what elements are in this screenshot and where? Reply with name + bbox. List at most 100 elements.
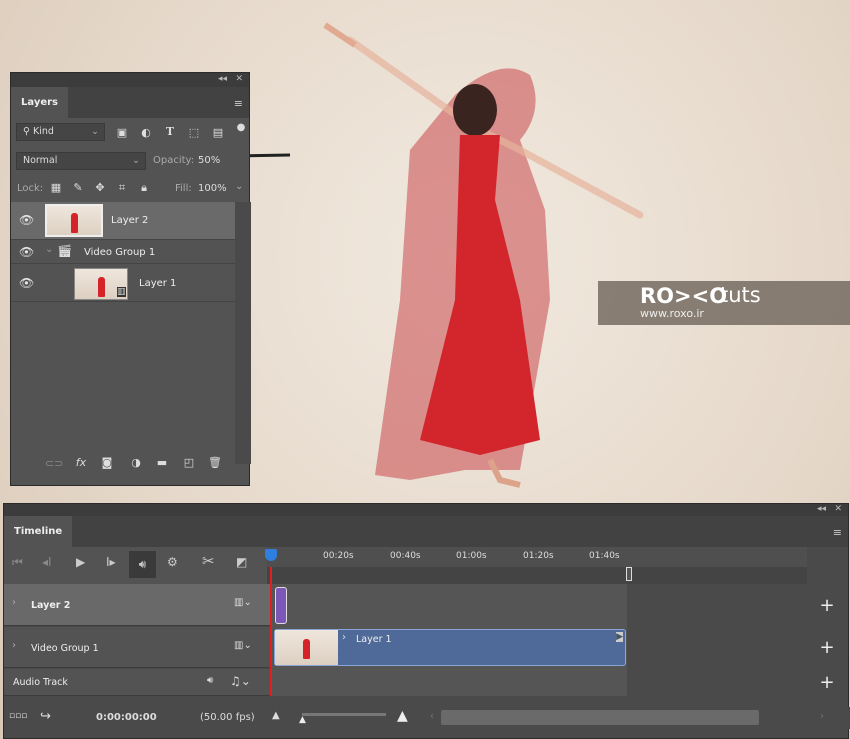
clip-options-icon[interactable]: ▶ bbox=[616, 632, 623, 642]
work-area-end-handle[interactable] bbox=[626, 567, 632, 581]
add-mask-icon[interactable]: ◙ bbox=[99, 456, 115, 469]
chevron-right-icon[interactable]: › bbox=[12, 640, 16, 651]
new-group-icon[interactable]: ▬ bbox=[154, 456, 170, 469]
track-name: Layer 2 bbox=[31, 600, 71, 611]
track-name: Video Group 1 bbox=[31, 643, 99, 654]
filter-toggle[interactable]: ● bbox=[233, 122, 249, 133]
zoom-out-icon[interactable]: ▲ bbox=[272, 710, 280, 721]
chevron-down-icon[interactable]: ⌄ bbox=[45, 244, 53, 255]
split-scissors-icon[interactable]: ✂ bbox=[202, 552, 215, 570]
visibility-eye-icon[interactable]: 👁︎ bbox=[19, 245, 34, 259]
settings-gear-icon[interactable]: ⚙ bbox=[167, 555, 178, 569]
adjustment-filter-icon[interactable]: ◐ bbox=[138, 126, 154, 139]
panel-menu-icon[interactable]: ≡ bbox=[234, 97, 243, 110]
playhead-handle[interactable] bbox=[265, 549, 277, 561]
opacity-label: Opacity: bbox=[153, 155, 195, 166]
new-layer-icon[interactable]: ◰ bbox=[181, 456, 197, 469]
trash-icon[interactable]: 🗑︎ bbox=[207, 456, 223, 469]
pixel-filter-icon[interactable]: ▣ bbox=[114, 126, 130, 139]
chevron-down-icon[interactable]: ⌄ bbox=[235, 181, 243, 192]
add-audio-button[interactable]: + bbox=[807, 669, 847, 696]
tab-timeline[interactable]: Timeline bbox=[4, 516, 73, 547]
track-audio[interactable]: Audio Track 🔊︎ ♫⌄ bbox=[4, 669, 272, 696]
add-media-button[interactable]: + bbox=[807, 627, 847, 668]
video-film-icon[interactable]: ▥⌄ bbox=[234, 597, 252, 608]
close-icon[interactable]: ✕ bbox=[235, 74, 243, 84]
ruler-tick: 01:00s bbox=[456, 551, 487, 561]
video-group-icon: 🎬︎ bbox=[57, 244, 73, 258]
next-frame-icon[interactable]: I▸ bbox=[106, 555, 116, 569]
smart-object-filter-icon[interactable]: ▤ bbox=[210, 126, 226, 139]
visibility-eye-icon[interactable]: 👁︎ bbox=[19, 276, 34, 290]
search-icon: ⚲ bbox=[23, 126, 33, 137]
render-frames-icon[interactable]: ▫▫▫ bbox=[9, 711, 27, 721]
close-icon[interactable]: ✕ bbox=[834, 504, 842, 514]
add-media-button[interactable]: + bbox=[807, 585, 847, 626]
audio-volume-icon[interactable]: 🔊︎ bbox=[207, 675, 213, 686]
blend-mode-value: Normal bbox=[23, 155, 58, 166]
shape-filter-icon[interactable]: ⬚ bbox=[186, 126, 202, 139]
frame-rate: (50.00 fps) bbox=[200, 712, 255, 723]
collapse-icon[interactable]: ◂◂ bbox=[218, 74, 227, 84]
video-film-icon: ▥ bbox=[117, 287, 126, 297]
new-adjustment-layer-icon[interactable]: ◑ bbox=[128, 456, 144, 469]
time-ruler[interactable]: 00:20s 00:40s 01:00s 01:20s 01:40s bbox=[265, 547, 807, 584]
horizontal-scrollbar[interactable] bbox=[441, 710, 759, 725]
panel-menu-icon[interactable]: ≡ bbox=[833, 526, 842, 539]
layer-row-layer-1[interactable]: 👁︎ ▥ Layer 1 bbox=[11, 265, 235, 302]
lock-brush-icon[interactable]: ✎ bbox=[70, 181, 86, 194]
ruler-tick: 01:40s bbox=[589, 551, 620, 561]
blend-mode-dropdown[interactable]: Normal ⌄ bbox=[16, 152, 146, 170]
scrollbar[interactable] bbox=[235, 202, 251, 464]
clip-name: Layer 1 bbox=[356, 634, 392, 645]
layer-name[interactable]: Layer 2 bbox=[111, 215, 148, 226]
music-note-icon[interactable]: ♫⌄ bbox=[230, 674, 251, 688]
fill-input[interactable]: 100% bbox=[198, 183, 227, 194]
lock-artboard-icon[interactable]: ⌗ bbox=[114, 181, 130, 195]
zoom-slider-thumb[interactable]: ▲ bbox=[299, 715, 306, 725]
layer-row-video-group-1[interactable]: 👁︎ ⌄ 🎬︎ Video Group 1 bbox=[11, 241, 235, 264]
scroll-right-icon[interactable]: › bbox=[820, 711, 824, 722]
layer-thumbnail bbox=[45, 204, 103, 237]
layer-row-layer-2[interactable]: 👁︎ Layer 2 bbox=[11, 202, 235, 240]
mute-audio-icon[interactable]: 🔊︎ bbox=[129, 551, 156, 578]
chevron-right-icon[interactable]: › bbox=[12, 597, 16, 608]
video-film-icon[interactable]: ▥⌄ bbox=[234, 640, 252, 651]
timecode: 0:00:00:00 bbox=[96, 712, 157, 723]
chevron-right-icon[interactable]: › bbox=[342, 632, 346, 643]
zoom-slider[interactable] bbox=[302, 713, 386, 716]
go-to-first-frame-icon[interactable]: ⏮︎ bbox=[12, 555, 23, 570]
zoom-in-icon[interactable]: ▲ bbox=[397, 708, 408, 724]
fx-icon[interactable]: fx bbox=[73, 456, 89, 469]
filter-kind-dropdown[interactable]: ⚲ Kind ⌄ bbox=[16, 123, 105, 141]
watermark-url: www.roxo.ir bbox=[640, 307, 704, 320]
clip-layer-2[interactable] bbox=[275, 587, 287, 624]
ruler-tick: 01:20s bbox=[523, 551, 554, 561]
lock-label: Lock: bbox=[17, 183, 44, 194]
lock-move-icon[interactable]: ✥ bbox=[92, 181, 108, 194]
clip-layer-1[interactable]: › Layer 1 ▶ bbox=[274, 629, 626, 666]
transition-icon[interactable]: ◩ bbox=[236, 555, 247, 569]
tab-layers[interactable]: Layers bbox=[11, 87, 68, 118]
layer-name[interactable]: Layer 1 bbox=[139, 278, 176, 289]
scroll-left-icon[interactable]: ‹ bbox=[430, 711, 434, 722]
lock-all-icon[interactable]: 🔒︎ bbox=[136, 181, 152, 195]
type-filter-icon[interactable]: T bbox=[162, 125, 178, 138]
clip-thumbnail bbox=[275, 630, 338, 665]
layers-panel: ◂◂ ✕ Layers ≡ ⚲ Kind ⌄ ▣ ◐ T ⬚ ▤ ● Normal ⌄ … bbox=[10, 72, 251, 486]
fill-label: Fill: bbox=[175, 183, 192, 194]
play-icon[interactable]: ▶ bbox=[76, 555, 85, 569]
watermark-suffix: tuts bbox=[720, 283, 761, 307]
visibility-eye-icon[interactable]: 👁︎ bbox=[19, 213, 34, 227]
layer-name[interactable]: Video Group 1 bbox=[84, 247, 155, 258]
track-video-group-1[interactable]: › Video Group 1 ▥⌄ bbox=[4, 627, 272, 668]
previous-frame-icon[interactable]: ◂I bbox=[42, 555, 52, 569]
link-layers-icon[interactable]: ⊂⊃ bbox=[45, 457, 63, 470]
track-layer-2[interactable]: › Layer 2 ▥⌄ bbox=[4, 584, 272, 626]
opacity-input[interactable]: 50% bbox=[198, 155, 220, 166]
watermark-brand: RO><O bbox=[640, 284, 728, 308]
collapse-icon[interactable]: ◂◂ bbox=[817, 504, 826, 514]
lock-transparent-icon[interactable]: ▦ bbox=[48, 181, 64, 194]
timeline-panel: ◂◂ ✕ Timeline ≡ ⏮︎ ◂I ▶ I▸ 🔊︎ ⚙ ✂ ◩ 00:20s… bbox=[3, 503, 850, 739]
render-video-icon[interactable]: ↪ bbox=[40, 709, 51, 724]
